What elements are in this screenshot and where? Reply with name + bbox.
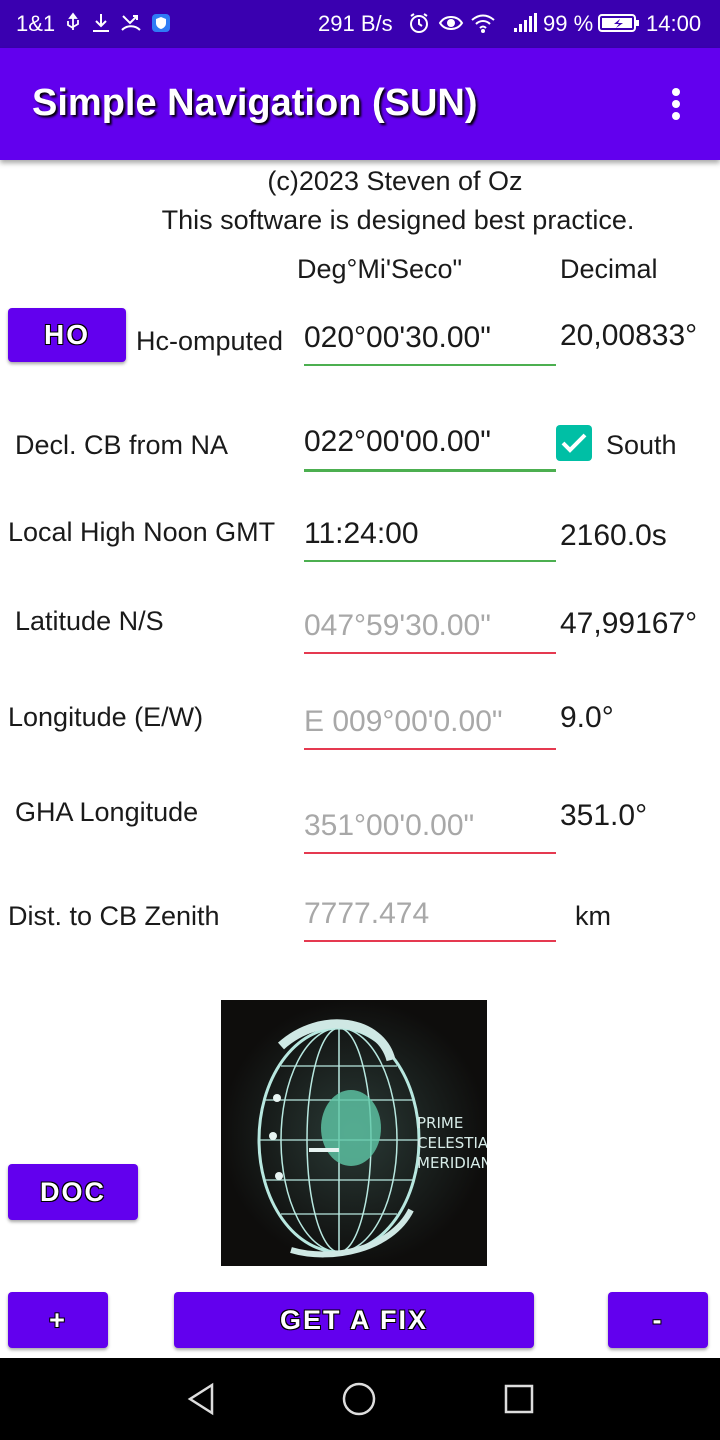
- latitude-decimal: 47,99167°: [560, 607, 698, 640]
- latitude-label: Latitude N/S: [15, 606, 164, 636]
- check-icon: [561, 433, 587, 453]
- signal-icon: [514, 13, 537, 32]
- hc-decimal: 20,00833°: [560, 319, 698, 352]
- noon-label: Local High Noon GMT: [8, 517, 276, 547]
- plus-button[interactable]: +: [8, 1292, 108, 1348]
- recents-icon[interactable]: [503, 1383, 535, 1415]
- home-icon[interactable]: [341, 1381, 377, 1417]
- get-a-fix-button[interactable]: GET A FIX: [174, 1292, 534, 1348]
- gha-decimal: 351.0°: [560, 799, 648, 832]
- globe-text-3: MERIDIAN: [417, 1154, 487, 1172]
- south-label[interactable]: South: [606, 429, 677, 461]
- distance-label: Dist. to CB Zenith: [8, 901, 220, 931]
- doc-button[interactable]: DOC: [8, 1164, 138, 1220]
- back-icon[interactable]: [184, 1382, 218, 1416]
- missed-call-icon: [121, 15, 141, 31]
- decl-label: Decl. CB from NA: [15, 430, 229, 460]
- column-header-dms: Deg°Mi'Seco": [297, 254, 463, 284]
- status-bar: 1&1 291 B/s 99 % 14:00: [0, 0, 720, 48]
- noon-seconds: 2160.0s: [560, 519, 667, 552]
- net-speed: 291 B/s: [318, 11, 393, 36]
- shield-icon: [152, 14, 170, 32]
- battery-percent: 99 %: [543, 11, 594, 36]
- longitude-label: Longitude (E/W): [8, 702, 204, 732]
- system-nav-bar: [0, 1358, 720, 1440]
- noon-input[interactable]: 11:24:00: [304, 516, 556, 562]
- alarm-icon: [410, 13, 428, 33]
- column-header-decimal: Decimal: [560, 254, 658, 284]
- more-vert-icon[interactable]: [660, 82, 694, 126]
- tagline-text: This software is designed best practice.: [161, 205, 635, 235]
- download-icon: [93, 14, 109, 32]
- longitude-decimal: 9.0°: [560, 701, 614, 734]
- wifi-icon: [471, 14, 495, 33]
- app-bar: Simple Navigation (SUN): [0, 48, 720, 160]
- hc-label: Hc-omputed: [136, 326, 284, 356]
- hc-input[interactable]: 020°00'30.00": [304, 320, 556, 366]
- eye-icon: [438, 16, 464, 30]
- usb-icon: [67, 12, 79, 30]
- globe-icon: PRIME CELESTIAL MERIDIAN: [221, 1000, 487, 1266]
- celestial-globe-image: PRIME CELESTIAL MERIDIAN: [221, 1000, 487, 1266]
- distance-input[interactable]: 7777.474: [304, 896, 556, 942]
- gha-input[interactable]: 351°00'0.00": [304, 808, 556, 854]
- ho-button[interactable]: HO: [8, 308, 126, 362]
- distance-unit: km: [575, 901, 611, 931]
- copyright-text: (c)2023 Steven of Oz: [267, 166, 523, 196]
- latitude-input[interactable]: 047°59'30.00": [304, 608, 556, 654]
- globe-text-2: CELESTIAL: [417, 1134, 487, 1152]
- south-checkbox[interactable]: [556, 425, 592, 461]
- longitude-input[interactable]: E 009°00'0.00": [304, 704, 556, 750]
- app-title: Simple Navigation (SUN): [32, 82, 478, 124]
- minus-button[interactable]: -: [608, 1292, 708, 1348]
- carrier-label: 1&1: [16, 11, 56, 36]
- gha-label: GHA Longitude: [15, 797, 199, 827]
- decl-input[interactable]: 022°00'00.00": [304, 424, 556, 472]
- globe-text-1: PRIME: [417, 1114, 463, 1132]
- battery-icon: [598, 14, 639, 32]
- clock: 14:00: [646, 11, 702, 36]
